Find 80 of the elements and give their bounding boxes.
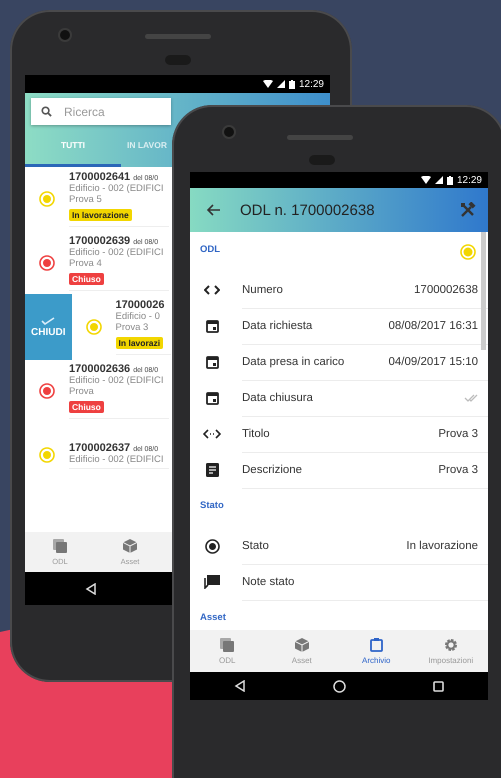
building-label: Edificio - 0 — [116, 311, 161, 322]
nav-item[interactable]: ODL — [190, 630, 264, 672]
tools-icon[interactable] — [460, 202, 476, 218]
building-label: Edificio - 002 (EDIFICI — [69, 454, 164, 464]
back-triangle-icon[interactable] — [85, 582, 97, 594]
camera-lens — [60, 30, 70, 40]
calendar-icon — [206, 319, 218, 333]
order-title: Prova 4 — [69, 258, 103, 269]
home-circle-icon[interactable] — [332, 680, 346, 692]
speaker-grille — [145, 34, 211, 39]
order-title: Prova 3 — [116, 322, 150, 333]
radio-icon — [204, 538, 220, 554]
field-label: Descrizione — [242, 464, 302, 476]
section-header: ODL — [200, 244, 220, 255]
cube-icon — [294, 638, 309, 652]
field-value: In lavorazione — [406, 540, 478, 552]
field-value: Prova 3 — [438, 464, 478, 476]
status-badge: Chiuso — [69, 401, 104, 413]
field-label: Data richiesta — [242, 320, 312, 332]
signal-icon — [434, 176, 443, 184]
chat-icon — [204, 575, 220, 589]
order-title: Prova 5 — [69, 194, 103, 205]
stack-icon — [220, 638, 234, 652]
status-badge: Chiuso — [69, 273, 104, 285]
swap-arrows-icon — [203, 429, 221, 439]
clock-time: 12:29 — [298, 78, 324, 90]
battery-icon — [288, 80, 295, 88]
building-label: Edificio - 002 (EDIFICI — [69, 375, 164, 386]
code-icon — [204, 285, 220, 295]
clock-time: 12:29 — [456, 174, 482, 186]
filter-tab[interactable]: TUTTI — [25, 125, 121, 167]
nav-item[interactable]: Archivio — [339, 630, 414, 672]
field-value: 08/08/2017 16:31 — [388, 320, 478, 332]
cube-icon — [123, 538, 137, 552]
nav-item[interactable]: Impostazioni — [414, 630, 488, 672]
order-number: 1700002641 — [69, 171, 130, 183]
field-label: Stato — [242, 540, 269, 552]
field-label: Data presa in carico — [242, 356, 344, 368]
clipboard-icon — [370, 638, 383, 652]
nav-item[interactable]: Asset — [264, 630, 339, 672]
search-input[interactable]: Ricerca — [64, 104, 154, 118]
calendar-icon — [206, 391, 218, 405]
signal-icon — [276, 80, 285, 88]
speaker-grille — [287, 135, 353, 140]
status-badge: In lavorazi — [116, 337, 164, 349]
order-title: Prova — [69, 386, 95, 397]
field-label: Data chiusura — [242, 392, 313, 404]
field-label: Note stato — [242, 576, 294, 588]
camera-lens — [224, 127, 234, 137]
search-icon — [41, 106, 52, 117]
order-number: 1700002636 — [69, 363, 130, 375]
order-number: 17000026 — [116, 299, 164, 311]
order-number: 1700002637 — [69, 442, 130, 454]
check-icon — [41, 316, 56, 324]
search-field[interactable]: Ricerca — [31, 98, 171, 125]
back-arrow-icon[interactable] — [206, 204, 220, 216]
stack-icon — [53, 538, 67, 552]
screen-title: ODL n. 1700002638 — [240, 202, 376, 218]
section-header: Asset — [200, 612, 226, 623]
field-value: 04/09/2017 15:10 — [388, 356, 478, 368]
close-action-button[interactable]: CHIUDI — [25, 294, 72, 360]
document-icon — [206, 463, 218, 477]
calendar-icon — [206, 355, 218, 369]
order-number: 1700002639 — [69, 235, 130, 247]
wifi-icon — [262, 80, 273, 88]
list-item[interactable]: CHIUDI 17000026 Edificio - 0 Prova 3 In lavorazi — [25, 295, 171, 359]
settings-icon — [444, 638, 458, 652]
field-value: 1700002638 — [414, 284, 478, 296]
field-value: Prova 3 — [438, 428, 478, 440]
status-badge: In lavorazione — [69, 209, 132, 221]
overview-square-icon[interactable] — [433, 680, 444, 692]
field-label: Titolo — [242, 428, 270, 440]
section-header: Stato — [200, 500, 224, 511]
filter-tab[interactable]: IN LAVOR — [121, 125, 167, 167]
wifi-icon — [420, 176, 431, 184]
battery-icon — [446, 176, 453, 184]
building-label: Edificio - 002 (EDIFICI — [69, 247, 164, 258]
back-triangle-icon[interactable] — [234, 680, 246, 692]
field-label: Numero — [242, 284, 283, 296]
building-label: Edificio - 002 (EDIFICI — [69, 183, 164, 194]
